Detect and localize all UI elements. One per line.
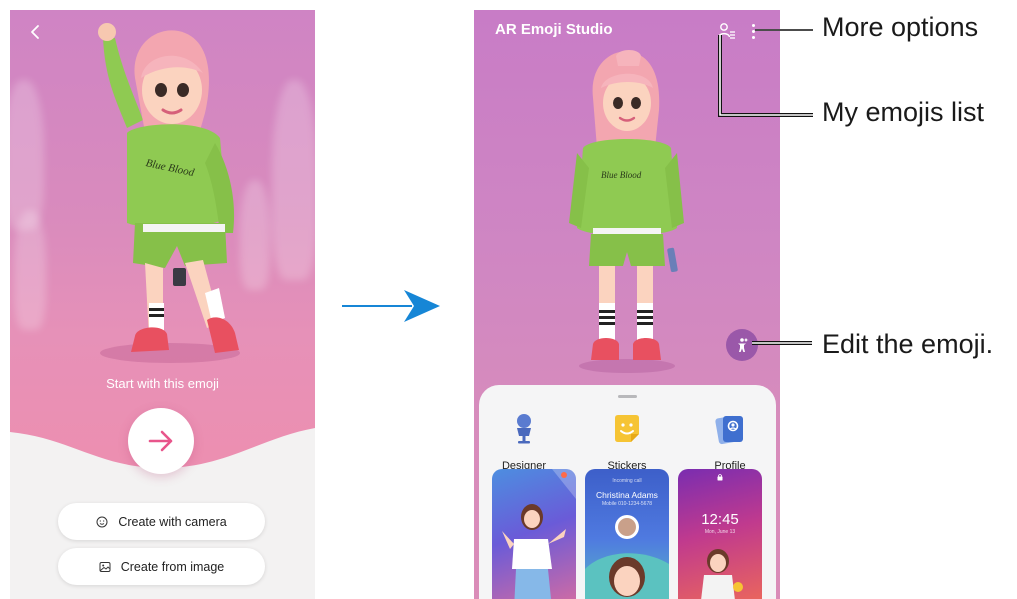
emoji-character: Blue Blood xyxy=(98,23,240,363)
create-from-image-button[interactable]: Create from image xyxy=(58,548,265,585)
callout-my-emojis-list: My emojis list xyxy=(822,97,985,127)
start-with-emoji-text: Start with this emoji xyxy=(106,376,219,391)
face-icon xyxy=(96,516,108,527)
lock-preview-art xyxy=(701,549,743,599)
arrow-right-icon xyxy=(148,430,173,452)
bottom-sheet: Designer Stickers Profile Incoming call … xyxy=(479,385,776,599)
emoji-start-screen: Blue Blood Start with this emoji Create … xyxy=(10,10,315,599)
flow-arrow-icon xyxy=(342,290,440,322)
chevron-left-icon xyxy=(31,25,39,39)
callout-more-options: More options xyxy=(822,12,979,42)
sheet-drag-handle[interactable] xyxy=(618,395,637,398)
designer-icon xyxy=(517,414,531,444)
call-preview-art xyxy=(585,515,669,599)
create-with-camera-label: Create with camera xyxy=(118,514,227,529)
background-emoji-left xyxy=(10,80,44,230)
back-button[interactable] xyxy=(26,22,46,42)
profile-icon xyxy=(715,415,743,445)
app-title: AR Emoji Studio xyxy=(495,21,613,38)
background-emoji-right xyxy=(272,80,315,280)
person-edit-icon xyxy=(738,338,749,352)
thumbnail-lock-screen[interactable]: 12:45 Mon, June 13 xyxy=(678,469,762,599)
background-emoji-left-2 xyxy=(14,210,46,330)
callout-line-my-emojis xyxy=(718,35,813,117)
start-emoji-button[interactable] xyxy=(128,408,194,474)
designer-button[interactable]: Designer xyxy=(484,412,564,472)
profile-button[interactable]: Profile xyxy=(690,412,770,472)
thumbnail-call-background[interactable]: Incoming call Christina Adams Mobile 010… xyxy=(585,469,669,599)
stickers-button[interactable]: Stickers xyxy=(587,412,667,472)
emoji-character: Blue Blood xyxy=(569,50,684,373)
create-with-camera-button[interactable]: Create with camera xyxy=(58,503,265,540)
callout-line-edit-emoji xyxy=(752,341,812,345)
emoji-video-preview xyxy=(502,469,576,599)
thumbnail-video[interactable] xyxy=(492,469,576,599)
callout-edit-emoji: Edit the emoji. xyxy=(822,329,994,359)
image-icon xyxy=(99,561,111,572)
svg-text:Blue Blood: Blue Blood xyxy=(601,170,642,180)
stickers-icon xyxy=(615,415,639,442)
create-from-image-label: Create from image xyxy=(120,559,225,574)
